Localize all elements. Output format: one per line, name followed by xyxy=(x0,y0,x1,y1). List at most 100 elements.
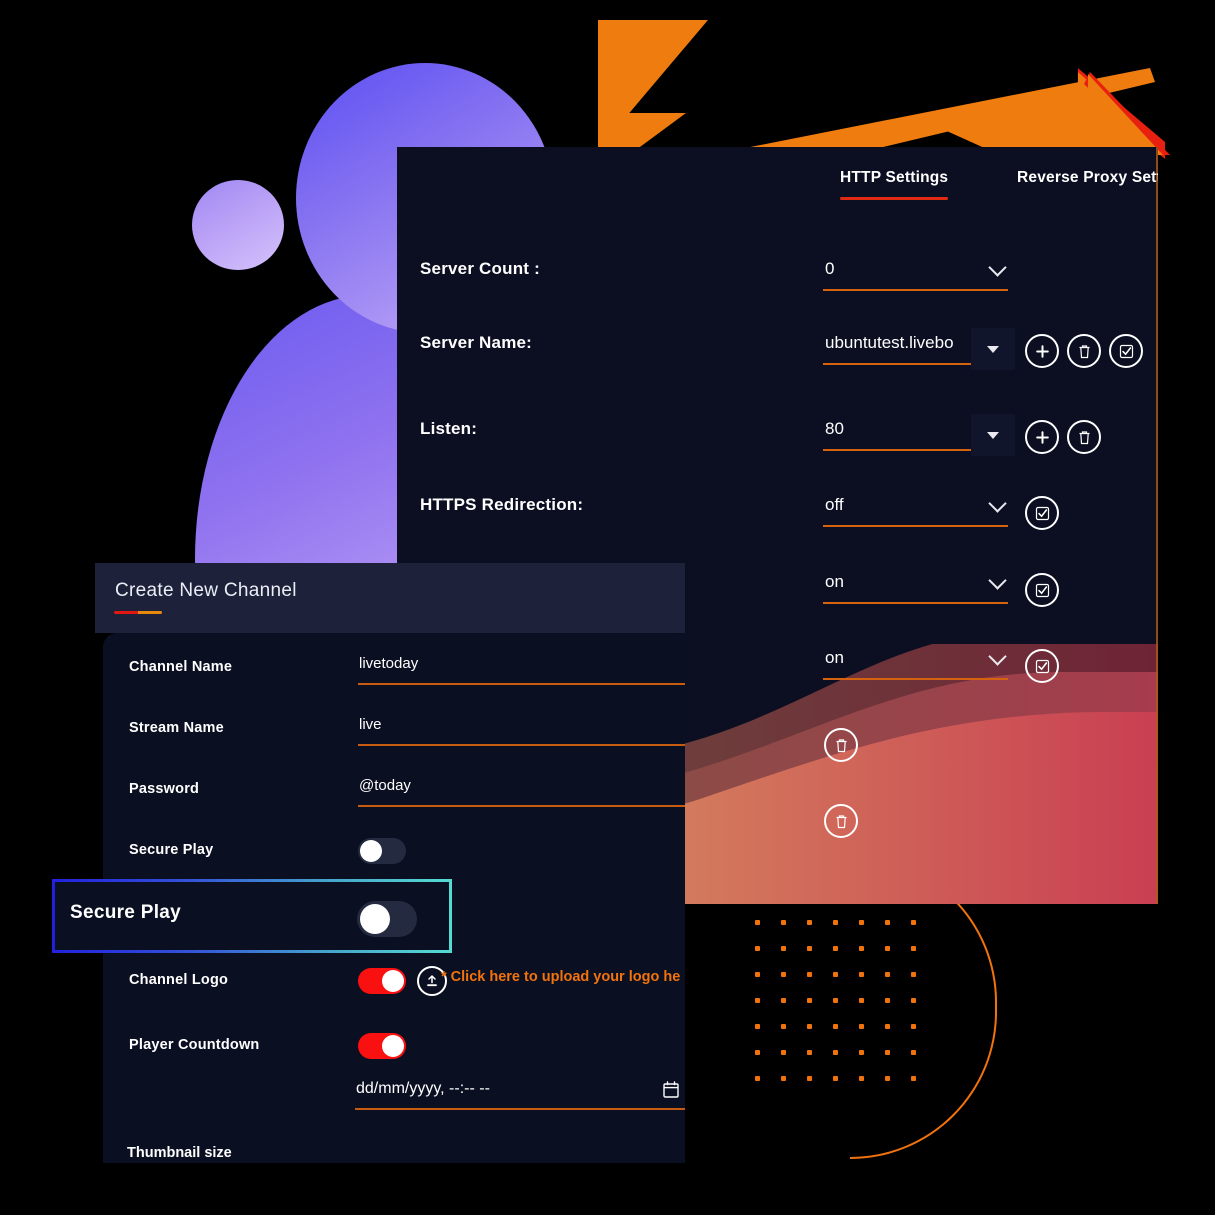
orange-triangle-upper xyxy=(598,20,708,150)
checkbox-check-icon xyxy=(1035,659,1049,673)
title-accent-rule xyxy=(114,611,162,614)
grid-dot xyxy=(885,998,890,1003)
server-count-value: 0 xyxy=(825,259,835,278)
caret-down-icon xyxy=(987,432,999,439)
field-underline xyxy=(823,363,971,365)
tab-http-settings[interactable]: HTTP Settings xyxy=(840,169,949,200)
trash-icon xyxy=(836,814,846,828)
upload-icon xyxy=(427,975,437,987)
password-value: @today xyxy=(359,777,411,794)
grid-dot xyxy=(833,946,838,951)
setting-six-value: on xyxy=(825,648,844,667)
delete-listen-button[interactable] xyxy=(1067,420,1101,454)
upload-logo-hint: * Click here to upload your logo he xyxy=(441,969,681,985)
tab-reverse-proxy-settings[interactable]: Reverse Proxy Settings xyxy=(1017,169,1158,187)
grid-dot xyxy=(755,972,760,977)
add-server-name-button[interactable] xyxy=(1025,334,1059,368)
calendar-icon[interactable] xyxy=(663,1081,679,1098)
grid-dot xyxy=(859,1024,864,1029)
checkbox-check-icon xyxy=(1035,583,1049,597)
server-name-value: ubuntutest.livebo xyxy=(825,333,954,352)
chevron-down-icon xyxy=(988,571,1007,590)
grid-dot xyxy=(781,972,786,977)
field-underline xyxy=(358,683,685,685)
checkbox-check-icon xyxy=(1119,344,1133,358)
listen-dropdown-toggle[interactable] xyxy=(971,414,1015,456)
grid-dot xyxy=(755,920,760,925)
password-input[interactable]: @today xyxy=(358,777,685,807)
grid-dot xyxy=(833,972,838,977)
chevron-down-icon xyxy=(988,258,1007,277)
grid-dot xyxy=(859,998,864,1003)
row-listen: Listen: 80 xyxy=(397,414,1158,459)
trash-icon xyxy=(836,738,846,752)
listen-input[interactable]: 80 xyxy=(823,417,971,451)
delete-row-seven-button[interactable] xyxy=(824,728,858,762)
grid-dot xyxy=(833,920,838,925)
delete-server-name-button[interactable] xyxy=(1067,334,1101,368)
add-listen-button[interactable] xyxy=(1025,420,1059,454)
label-server-count: Server Count : xyxy=(420,259,540,278)
label-thumbnail-size: Thumbnail size xyxy=(127,1145,232,1161)
setting-five-value: on xyxy=(825,572,844,591)
confirm-setting-five-button[interactable] xyxy=(1025,573,1059,607)
plus-icon xyxy=(1035,344,1049,358)
grid-dot xyxy=(781,1050,786,1055)
label-listen: Listen: xyxy=(420,419,478,438)
grid-dot xyxy=(859,1076,864,1081)
confirm-https-redirection-button[interactable] xyxy=(1025,496,1059,530)
confirm-server-name-button[interactable] xyxy=(1109,334,1143,368)
toggle-knob xyxy=(382,1035,404,1057)
confirm-setting-six-button[interactable] xyxy=(1025,649,1059,683)
field-underline xyxy=(823,602,1008,604)
channel-name-input[interactable]: livetoday xyxy=(358,655,685,685)
label-https-redirection: HTTPS Redirection: xyxy=(420,495,584,514)
row-password: Password @today xyxy=(103,773,685,823)
tab-http-settings-label: HTTP Settings xyxy=(840,169,949,186)
server-name-dropdown-toggle[interactable] xyxy=(971,328,1015,370)
grid-dot xyxy=(885,972,890,977)
row-server-count: Server Count : 0 xyxy=(397,257,1158,299)
server-count-select[interactable]: 0 xyxy=(823,257,1008,291)
grid-dot xyxy=(911,946,916,951)
grid-dot xyxy=(833,998,838,1003)
field-underline xyxy=(358,744,685,746)
purple-blob-small xyxy=(192,180,284,270)
create-channel-panel: Create New Channel Channel Name livetoda… xyxy=(95,563,685,1163)
orange-dot-grid xyxy=(755,920,923,1088)
screenshot-canvas: HTTP Settings Reverse Proxy Settings Bac… xyxy=(0,0,1215,1215)
field-underline xyxy=(823,678,1008,680)
plus-icon xyxy=(1035,430,1049,444)
secure-play-toggle[interactable] xyxy=(358,838,406,864)
delete-row-eight-button[interactable] xyxy=(824,804,858,838)
grid-dot xyxy=(885,946,890,951)
field-underline xyxy=(358,805,685,807)
grid-dot xyxy=(755,1024,760,1029)
setting-six-select[interactable]: on xyxy=(823,646,1008,680)
grid-dot xyxy=(911,998,916,1003)
server-name-input[interactable]: ubuntutest.livebo xyxy=(823,331,971,365)
grid-dot xyxy=(755,1050,760,1055)
grid-dot xyxy=(885,1050,890,1055)
toggle-knob xyxy=(360,840,382,862)
trash-icon xyxy=(1079,344,1089,358)
grid-dot xyxy=(911,1024,916,1029)
callout-secure-play-toggle[interactable] xyxy=(357,901,417,937)
callout-secure-play-label: Secure Play xyxy=(70,902,182,923)
countdown-datetime-input[interactable]: dd/mm/yyyy, --:-- -- xyxy=(355,1080,685,1110)
channel-name-value: livetoday xyxy=(359,655,419,672)
grid-dot xyxy=(833,1024,838,1029)
grid-dot xyxy=(911,920,916,925)
stream-name-input[interactable]: live xyxy=(358,716,685,746)
grid-dot xyxy=(833,1076,838,1081)
grid-dot xyxy=(807,972,812,977)
label-player-countdown: Player Countdown xyxy=(129,1037,260,1053)
player-countdown-toggle[interactable] xyxy=(358,1033,406,1059)
grid-dot xyxy=(859,1050,864,1055)
row-https-redirection: HTTPS Redirection: off xyxy=(397,493,1158,535)
chevron-down-icon xyxy=(988,494,1007,513)
channel-logo-toggle[interactable] xyxy=(358,968,406,994)
label-password: Password xyxy=(129,781,200,797)
https-redirection-select[interactable]: off xyxy=(823,493,1008,527)
setting-five-select[interactable]: on xyxy=(823,570,1008,604)
